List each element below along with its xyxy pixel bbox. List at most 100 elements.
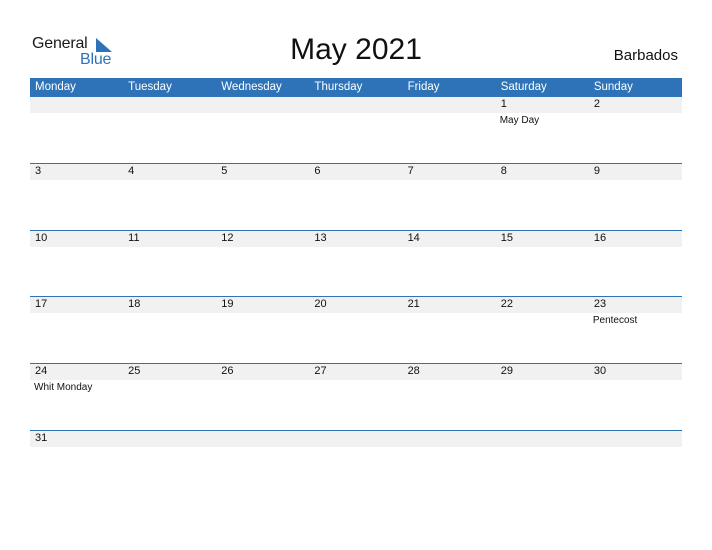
day-number-band xyxy=(588,164,682,180)
day-number-band xyxy=(123,97,217,113)
country-label: Barbados xyxy=(613,47,678,64)
day-cell: 6 xyxy=(309,164,403,230)
week-row: 31 xyxy=(30,431,682,497)
day-cell: 19 xyxy=(216,297,310,363)
day-number-band xyxy=(402,431,496,447)
day-cell: 4 xyxy=(123,164,217,230)
day-number-band xyxy=(309,431,403,447)
holiday-label: Whit Monday xyxy=(34,382,93,393)
day-number: 4 xyxy=(128,165,135,177)
day-number: 2 xyxy=(593,98,600,110)
day-cell: 12 xyxy=(216,231,310,297)
empty-day-cell xyxy=(30,97,124,163)
day-cell: 31 xyxy=(30,431,124,497)
day-number: 23 xyxy=(593,298,607,310)
day-number: 7 xyxy=(407,165,414,177)
day-cell: 9 xyxy=(588,164,682,230)
day-number: 22 xyxy=(500,298,513,310)
day-number-band xyxy=(30,97,124,113)
day-number: 14 xyxy=(407,232,420,244)
day-cell: 25 xyxy=(123,364,217,430)
weekday-header: Monday Tuesday Wednesday Thursday Friday… xyxy=(30,78,682,97)
day-number-band xyxy=(495,97,589,113)
day-number-band xyxy=(216,431,310,447)
weekday-thursday: Thursday xyxy=(314,81,363,93)
week-row: 1 May Day 2 xyxy=(30,97,682,163)
day-cell: 1 May Day xyxy=(495,97,589,163)
day-number-band xyxy=(216,97,310,113)
day-cell: 7 xyxy=(402,164,496,230)
day-number-band xyxy=(588,431,682,447)
weekday-wednesday: Wednesday xyxy=(221,81,282,93)
day-number: 1 xyxy=(500,98,507,110)
weekday-friday: Friday xyxy=(407,81,440,93)
day-number: 17 xyxy=(35,298,48,310)
week-row: 10 11 12 13 14 15 16 xyxy=(30,231,682,297)
day-cell: 27 xyxy=(309,364,403,430)
day-number: 28 xyxy=(407,365,420,377)
day-number-band xyxy=(123,431,217,447)
week-row: 3 4 5 6 7 8 9 xyxy=(30,164,682,230)
day-number-band xyxy=(309,164,403,180)
holiday-label: May Day xyxy=(499,115,540,126)
day-number: 27 xyxy=(314,365,327,377)
weekday-tuesday: Tuesday xyxy=(128,81,172,93)
day-number: 9 xyxy=(593,165,600,177)
day-number: 11 xyxy=(128,232,140,244)
day-cell: 3 xyxy=(30,164,124,230)
day-number-band xyxy=(309,97,403,113)
day-number-band xyxy=(402,97,496,113)
day-number: 8 xyxy=(500,165,507,177)
day-cell: 8 xyxy=(495,164,589,230)
day-number-band xyxy=(402,164,496,180)
day-number-band xyxy=(588,97,682,113)
day-cell: 14 xyxy=(402,231,496,297)
day-number-band xyxy=(123,164,217,180)
day-cell: 15 xyxy=(495,231,589,297)
weekday-sunday: Sunday xyxy=(593,81,633,93)
day-number: 16 xyxy=(593,232,607,244)
day-cell: 13 xyxy=(309,231,403,297)
day-number: 21 xyxy=(407,298,420,310)
day-cell: 24 Whit Monday xyxy=(30,364,124,430)
day-number-band xyxy=(495,431,589,447)
day-cell: 21 xyxy=(402,297,496,363)
day-number: 13 xyxy=(314,232,327,244)
day-cell: 26 xyxy=(216,364,310,430)
day-cell: 22 xyxy=(495,297,589,363)
day-cell: 11 xyxy=(123,231,217,297)
day-number: 10 xyxy=(35,232,48,244)
empty-day-cell xyxy=(309,431,403,497)
holiday-label: Pentecost xyxy=(592,315,638,326)
day-cell: 23 Pentecost xyxy=(588,297,682,363)
day-cell: 28 xyxy=(402,364,496,430)
empty-day-cell xyxy=(216,431,310,497)
day-cell: 16 xyxy=(588,231,682,297)
day-cell: 30 xyxy=(588,364,682,430)
day-number: 20 xyxy=(314,298,327,310)
empty-day-cell xyxy=(123,97,217,163)
day-number: 24 xyxy=(35,365,48,377)
day-number-band xyxy=(216,164,310,180)
day-number-band xyxy=(30,164,124,180)
day-cell: 10 xyxy=(30,231,124,297)
weekday-saturday: Saturday xyxy=(500,81,547,93)
empty-day-cell xyxy=(402,431,496,497)
day-cell: 2 xyxy=(588,97,682,163)
day-number: 5 xyxy=(221,165,228,177)
day-number: 26 xyxy=(221,365,234,377)
empty-day-cell xyxy=(123,431,217,497)
day-cell: 17 xyxy=(30,297,124,363)
day-number: 15 xyxy=(500,232,513,244)
day-cell: 20 xyxy=(309,297,403,363)
day-cell: 29 xyxy=(495,364,589,430)
empty-day-cell xyxy=(588,431,682,497)
day-number: 3 xyxy=(35,165,42,177)
week-row: 24 Whit Monday 25 26 27 28 29 30 xyxy=(30,364,682,430)
empty-day-cell xyxy=(216,97,310,163)
day-cell: 18 xyxy=(123,297,217,363)
page-title: May 2021 xyxy=(290,33,422,66)
day-number: 6 xyxy=(314,165,321,177)
day-number: 12 xyxy=(221,232,234,244)
week-row: 17 18 19 20 21 22 23 Pentecost xyxy=(30,297,682,363)
